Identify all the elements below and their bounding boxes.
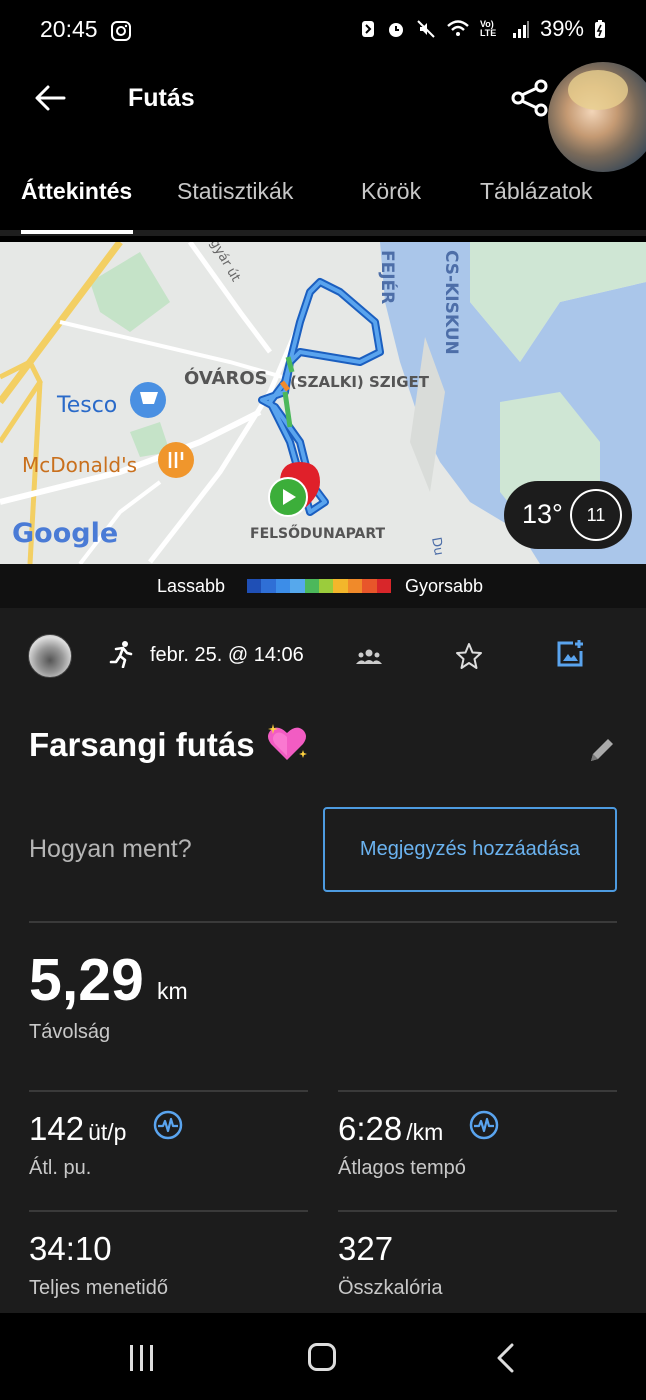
divider: [29, 1210, 308, 1212]
avg-hr-unit: üt/p: [88, 1119, 127, 1145]
legend-color-4: [304, 579, 320, 593]
divider: [338, 1090, 617, 1092]
avg-pace-stat: 6:28/km: [338, 1110, 443, 1148]
divider: [29, 1090, 308, 1092]
edit-title-button[interactable]: [586, 734, 618, 766]
sparkling-heart-icon: [268, 724, 307, 760]
distance-unit: km: [157, 978, 188, 1004]
signal-icon: [512, 21, 529, 38]
arrow-left-icon: [35, 85, 66, 111]
map-label-ovaros: ÓVÁROS: [184, 367, 268, 389]
legend-slower: Lassabb: [157, 576, 226, 596]
running-icon: [109, 641, 133, 668]
calories-value: 327: [338, 1230, 394, 1267]
map-label-tesco: Tesco: [56, 393, 117, 418]
map-label-duna: Du: [428, 536, 446, 557]
tab-active-indicator: [21, 230, 133, 234]
wifi-icon: [447, 20, 469, 36]
status-time: 20:45: [40, 16, 98, 42]
activity-meta-row: febr. 25. @ 14:06: [0, 634, 646, 680]
map-label-felsodunapart: FELSŐDUNAPART: [250, 524, 386, 542]
legend-color-2: [275, 579, 291, 593]
tab-overview[interactable]: Áttekintés: [21, 178, 132, 205]
wind-indicator: 11: [570, 489, 622, 541]
add-photo-icon[interactable]: [555, 639, 585, 669]
total-time-value: 34:10: [29, 1230, 112, 1267]
alarm-icon: [388, 23, 403, 37]
legend-color-6: [333, 579, 348, 593]
battery-percent: 39%: [539, 16, 584, 41]
mute-icon: [417, 20, 435, 38]
activity-summary: febr. 25. @ 14:06 Farsangi futás Hogyan …: [0, 608, 646, 1313]
page-title: Futás: [128, 84, 195, 112]
notification-icon: [361, 21, 374, 37]
legend-color-0: [247, 579, 262, 593]
add-note-button[interactable]: Megjegyzés hozzáadása: [323, 807, 617, 892]
activity-date: febr. 25. @ 14:06: [150, 644, 304, 666]
activity-title: Farsangi futás: [29, 726, 255, 763]
status-icons: Vo) LTE 39%: [360, 16, 606, 42]
star-icon[interactable]: [455, 642, 483, 670]
temperature: 13°: [522, 499, 563, 529]
tab-bar: Áttekintés Statisztikák Körök Táblázatok: [0, 160, 646, 236]
back-button[interactable]: [30, 78, 70, 118]
divider: [338, 1210, 617, 1212]
status-bar: 20:45 Vo) LTE 39%: [0, 0, 646, 60]
how-did-it-go-label: Hogyan ment?: [29, 835, 192, 863]
map-label-bacs-kiskun: CS-KISKUN: [441, 250, 461, 355]
system-nav-bar: [0, 1313, 646, 1400]
weather-badge[interactable]: 13° 11: [504, 481, 632, 549]
avg-hr-stat: 142 üt/p: [29, 1110, 126, 1148]
tab-laps[interactable]: Körök: [361, 178, 421, 205]
google-logo: Google: [12, 518, 118, 549]
tab-statistics[interactable]: Statisztikák: [177, 178, 293, 205]
legend-color-7: [347, 579, 363, 593]
battery-charging-icon: [595, 20, 605, 38]
map-label-mcdonalds: McDonald's: [22, 453, 137, 477]
map-label-sziget: (SZALKI) SZIGET: [290, 373, 430, 391]
share-icon: [511, 79, 548, 117]
divider: [29, 921, 617, 923]
wind-speed: 11: [586, 504, 606, 525]
distance-value: 5,29: [29, 947, 144, 1013]
legend-faster: Gyorsabb: [405, 576, 484, 596]
map-label-road: gyár út: [207, 242, 243, 284]
map-label-fejer: FEJÉR: [377, 250, 399, 304]
pace-legend: Lassabb Gyorsabb: [0, 564, 646, 608]
avg-hr-label: Átl. pu.: [29, 1157, 92, 1179]
avg-hr-value: 142: [29, 1110, 85, 1147]
people-icon[interactable]: [356, 646, 382, 668]
avg-pace-value: 6:28: [338, 1110, 403, 1147]
legend-color-3: [290, 579, 305, 593]
avg-pace-unit: /km: [406, 1119, 444, 1145]
legend-gradient: [247, 579, 392, 593]
profile-avatar[interactable]: [548, 62, 646, 172]
legend-color-1: [261, 579, 276, 593]
legend-color-8: [362, 579, 377, 593]
instagram-icon: [111, 21, 131, 41]
tab-tables[interactable]: Táblázatok: [480, 178, 593, 205]
distance-label: Távolság: [29, 1021, 111, 1043]
system-back-button[interactable]: [494, 1343, 516, 1373]
calories-label: Összkalória: [338, 1277, 443, 1299]
pace-chart-icon[interactable]: [469, 1110, 499, 1140]
volte-label: Vo) LTE: [479, 19, 497, 38]
legend-color-9: [376, 579, 392, 593]
avg-pace-label: Átlagos tempó: [338, 1157, 466, 1179]
total-time-label: Teljes menetidő: [29, 1277, 168, 1299]
legend-color-5: [319, 579, 334, 593]
home-button[interactable]: [308, 1343, 336, 1371]
recent-apps-button[interactable]: [128, 1343, 156, 1373]
heart-rate-icon[interactable]: [153, 1110, 183, 1140]
activity-avatar[interactable]: [28, 634, 72, 678]
